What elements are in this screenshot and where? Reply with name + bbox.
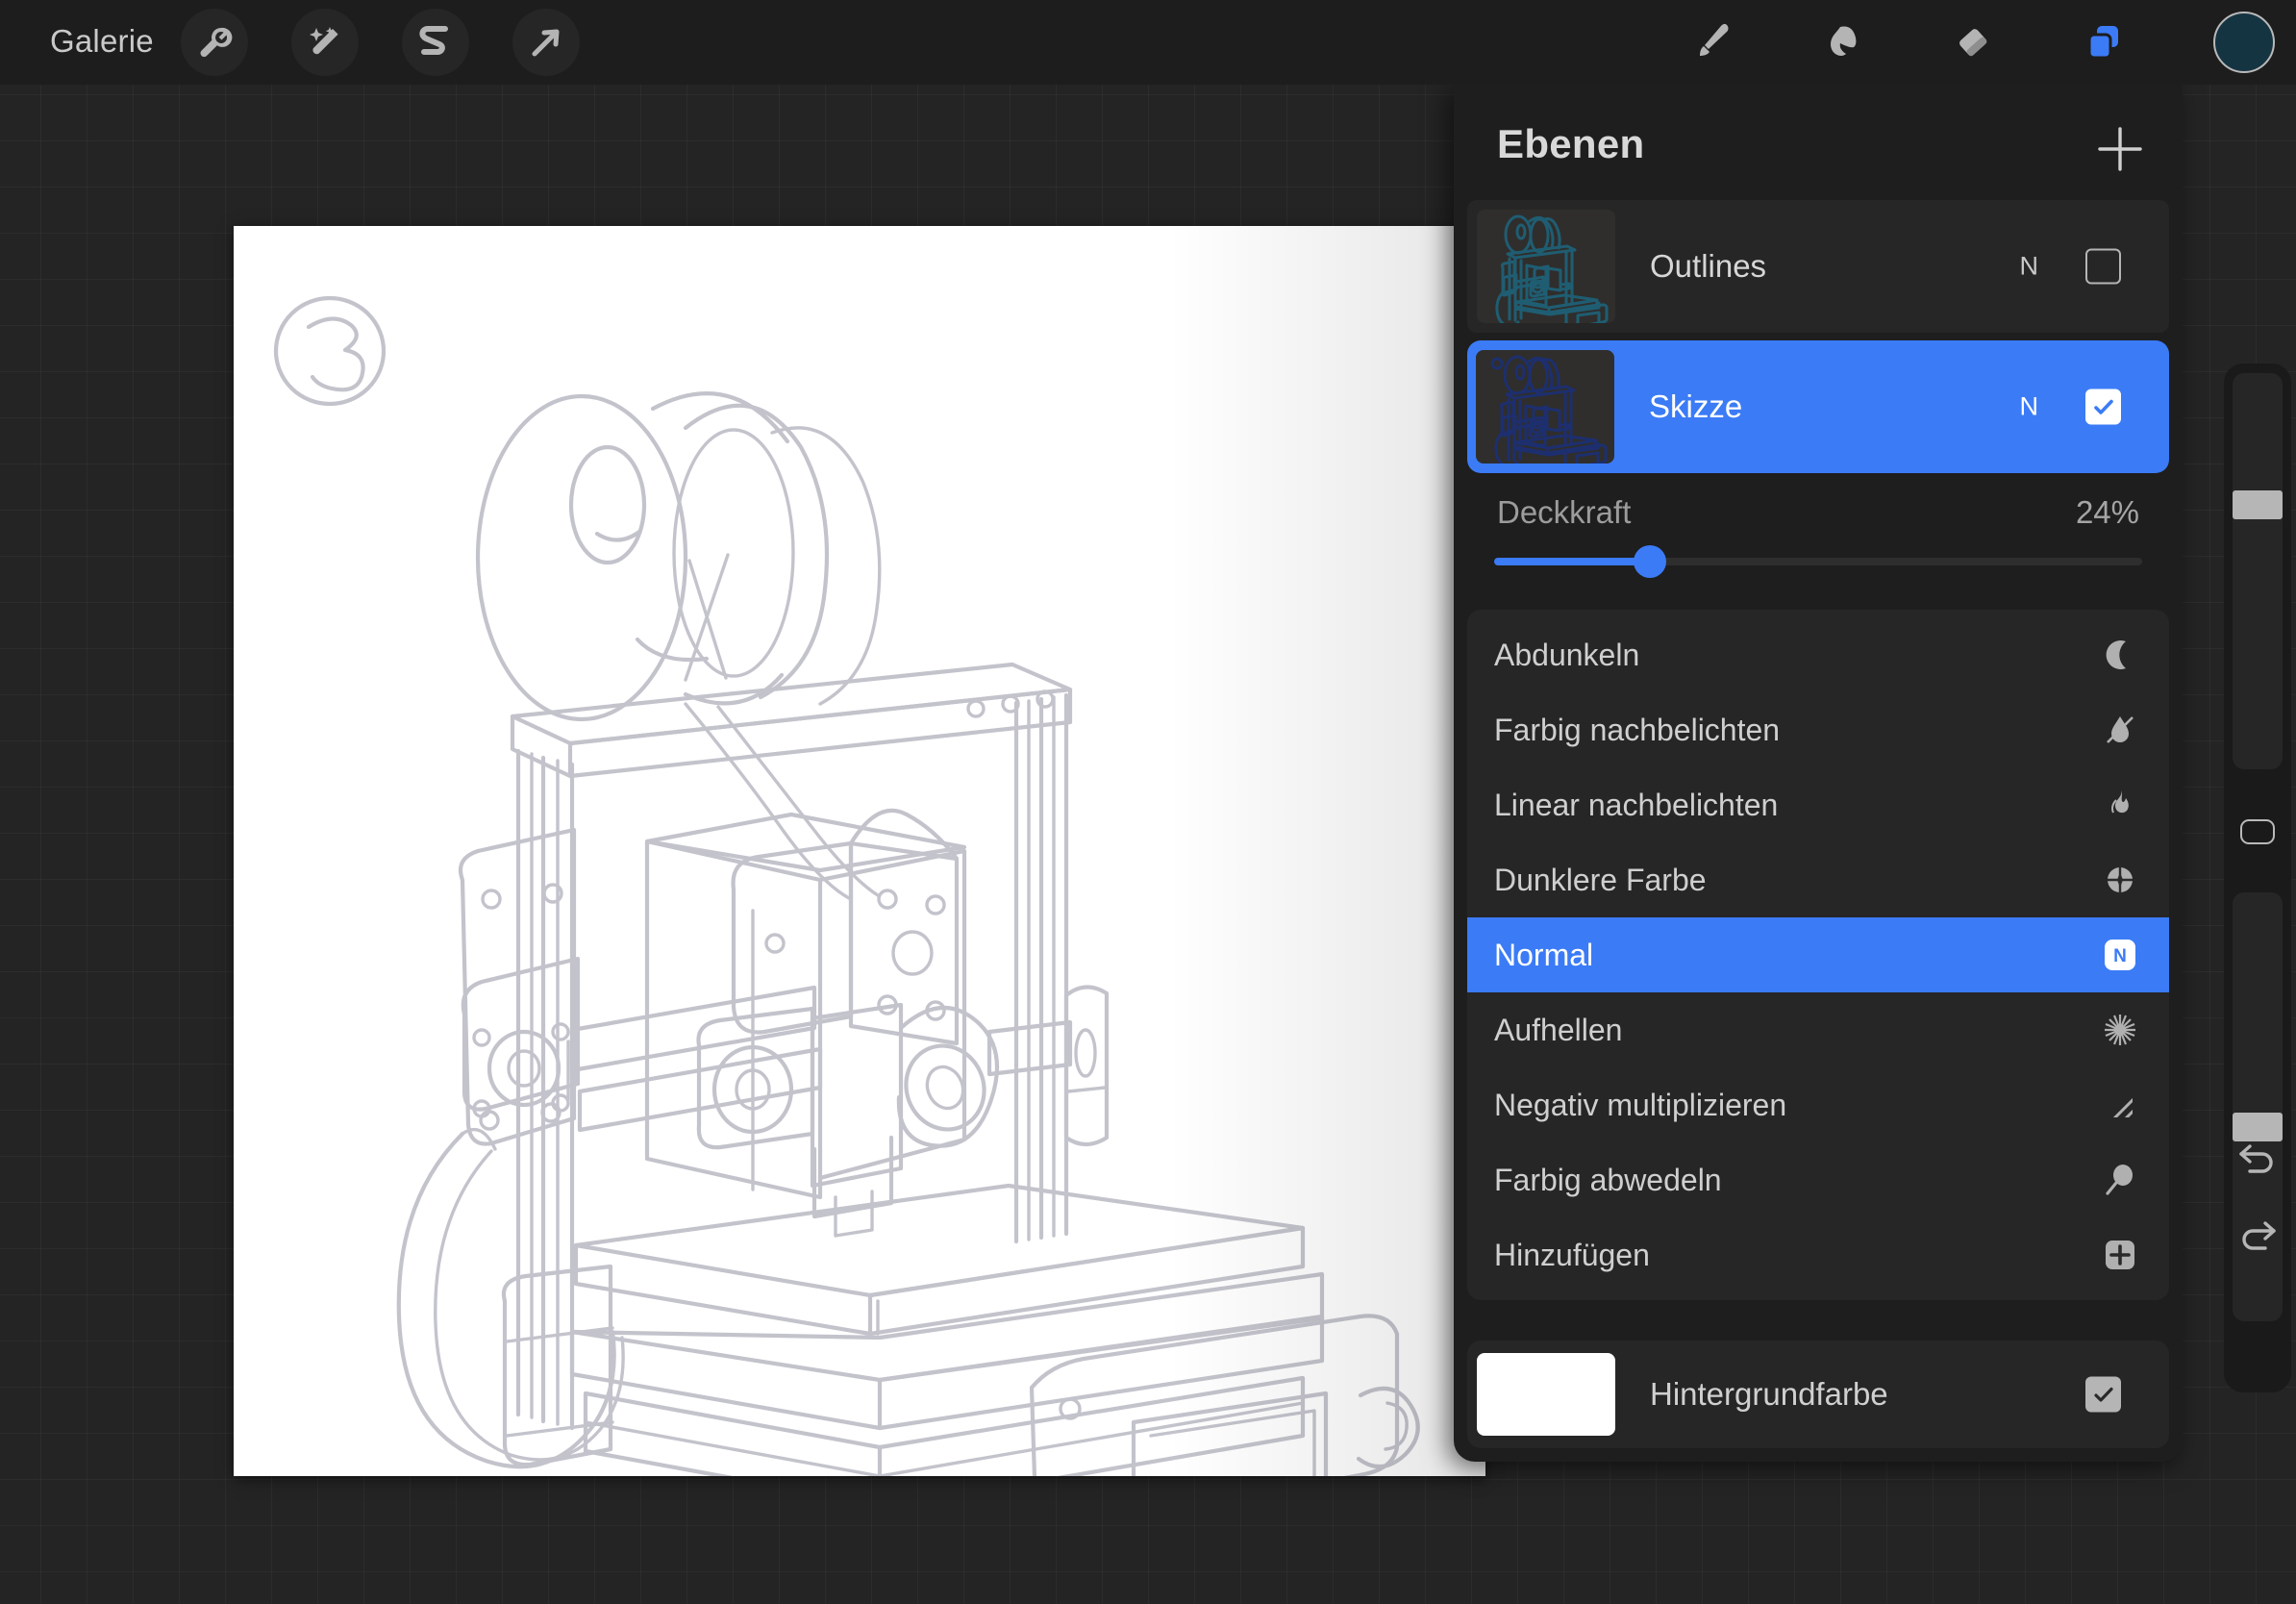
layer-row-outlines[interactable]: Outlines N (1467, 200, 2169, 333)
smudge-icon[interactable] (1806, 6, 1879, 79)
layer-name-label: Outlines (1650, 248, 1766, 285)
hatch-screen-icon (2102, 1087, 2138, 1123)
page-title: Ebenen (1497, 121, 1645, 167)
3d-printer-sketch (234, 226, 1485, 1476)
blend-mode-abdunkeln[interactable]: Abdunkeln (1467, 617, 2169, 692)
brush-size-handle[interactable] (2233, 490, 2283, 519)
blend-mode-aufhellen[interactable]: Aufhellen (1467, 992, 2169, 1067)
blend-mode-linear-nachbelichten[interactable]: Linear nachbelichten (1467, 767, 2169, 842)
gallery-button[interactable]: Galerie (38, 13, 165, 69)
burn-droplet-icon (2102, 712, 2138, 748)
blend-mode-label: Negativ multiplizieren (1494, 1088, 1786, 1123)
layer-row-skizze[interactable]: Skizze N (1467, 340, 2169, 473)
layer-thumbnail[interactable] (1477, 210, 1615, 323)
blend-mode-label: Linear nachbelichten (1494, 788, 1778, 823)
blend-mode-label: Dunklere Farbe (1494, 863, 1707, 898)
blend-mode-list: Abdunkeln Farbig nachbelichten Linear na… (1467, 610, 2169, 1300)
layer-thumbnail[interactable] (1476, 350, 1614, 464)
blend-mode-label: Hinzufügen (1494, 1238, 1650, 1273)
blend-mode-dunklere-farbe[interactable]: Dunklere Farbe (1467, 842, 2169, 917)
background-color-label: Hintergrundfarbe (1650, 1376, 1888, 1413)
add-layer-button[interactable] (2094, 123, 2146, 175)
magic-wand-icon[interactable] (291, 9, 359, 76)
blend-mode-label: Normal (1494, 938, 1593, 973)
normal-n-icon: N (2102, 937, 2138, 973)
opacity-label: Deckkraft (1497, 494, 1631, 531)
eraser-icon[interactable] (1936, 6, 2009, 79)
opacity-slider-fill (1494, 558, 1650, 565)
undo-icon[interactable] (2236, 1140, 2279, 1179)
blend-mode-label: Aufhellen (1494, 1013, 1622, 1048)
brush-size-slider[interactable] (2233, 373, 2283, 769)
starburst-icon (2102, 1012, 2138, 1048)
svg-text:N: N (2113, 946, 2127, 966)
flame-icon (2102, 787, 2138, 823)
top-toolbar: Galerie (0, 0, 2296, 85)
dodge-magnifier-icon (2102, 1162, 2138, 1198)
blend-mode-farbig-nachbelichten[interactable]: Farbig nachbelichten (1467, 692, 2169, 767)
opacity-slider[interactable] (1494, 558, 2142, 565)
paintbrush-icon[interactable] (1675, 6, 1748, 79)
brush-opacity-slider[interactable] (2233, 892, 2283, 1321)
canvas-annotation-3 (276, 298, 384, 404)
layers-panel-header: Ebenen (1454, 85, 2183, 200)
layer-blend-mode-label[interactable]: N (2020, 252, 2039, 282)
modify-button[interactable] (2240, 819, 2275, 844)
blend-mode-hinzufuegen[interactable]: Hinzufügen (1467, 1217, 2169, 1292)
background-color-row[interactable]: Hintergrundfarbe (1467, 1341, 2169, 1448)
opacity-control: Deckkraft 24% (1454, 494, 2183, 602)
layer-visibility-checkbox[interactable] (2085, 249, 2121, 285)
blend-mode-normal[interactable]: Normal N (1467, 917, 2169, 992)
brush-sidebar (2224, 363, 2291, 1392)
wrench-icon[interactable] (181, 9, 248, 76)
layers-icon[interactable] (2067, 6, 2140, 79)
background-color-swatch[interactable] (1477, 1353, 1615, 1436)
darker-color-icon (2102, 862, 2138, 898)
blend-mode-negativ-multiplizieren[interactable]: Negativ multiplizieren (1467, 1067, 2169, 1142)
procreate-app-window: Galerie (0, 0, 2296, 1604)
layers-panel: Ebenen (1454, 85, 2183, 1462)
blend-mode-label: Farbig nachbelichten (1494, 713, 1780, 748)
redo-icon[interactable] (2236, 1217, 2279, 1256)
transform-arrow-icon[interactable] (512, 9, 580, 76)
moon-icon (2102, 637, 2138, 673)
opacity-value: 24% (2076, 494, 2139, 531)
layer-name-label: Skizze (1649, 388, 1742, 425)
blend-mode-label: Farbig abwedeln (1494, 1163, 1722, 1198)
background-visibility-checkbox[interactable] (2085, 1377, 2121, 1413)
selection-icon[interactable] (402, 9, 469, 76)
blend-mode-farbig-abwedeln[interactable]: Farbig abwedeln (1467, 1142, 2169, 1217)
color-swatch-button[interactable] (2213, 12, 2275, 73)
opacity-slider-handle[interactable] (1634, 545, 1666, 578)
layer-visibility-checkbox[interactable] (2085, 389, 2121, 425)
plus-square-icon (2102, 1237, 2138, 1273)
blend-mode-label: Abdunkeln (1494, 638, 1639, 673)
brush-opacity-handle[interactable] (2233, 1113, 2283, 1141)
layer-blend-mode-label[interactable]: N (2020, 392, 2039, 422)
artwork-canvas[interactable] (234, 226, 1485, 1476)
